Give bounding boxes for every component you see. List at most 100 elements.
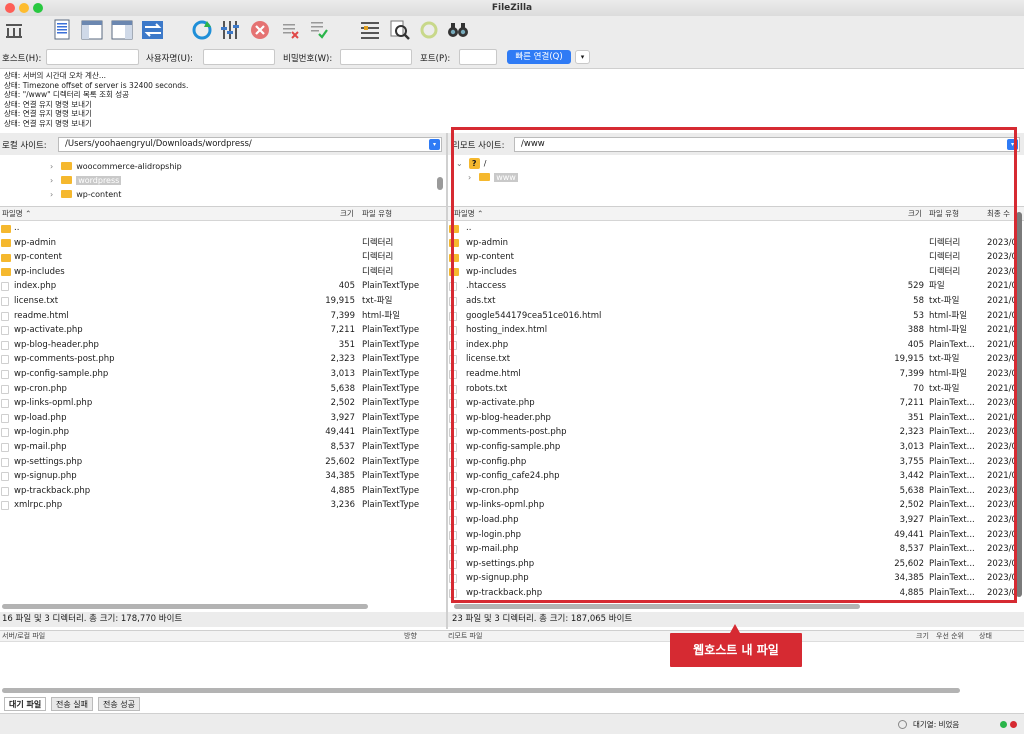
file-row[interactable]: wp-load.php 3,927 PlainTextType xyxy=(0,411,446,426)
host-input[interactable] xyxy=(46,49,139,65)
reconnect-icon[interactable] xyxy=(307,18,329,42)
minimize-window-button[interactable] xyxy=(19,3,29,13)
local-list-header: 파일명 ⌃ 크기 파일 유형 xyxy=(0,207,446,221)
toggle-log-icon[interactable] xyxy=(51,18,73,42)
site-manager-icon[interactable] xyxy=(3,18,25,42)
zoom-window-button[interactable] xyxy=(33,3,43,13)
column-size[interactable]: 크기 xyxy=(340,207,354,221)
folder-icon xyxy=(1,253,11,262)
chevron-right-icon[interactable]: › xyxy=(50,190,53,199)
file-row[interactable]: wp-activate.php 7,211 PlainTextType xyxy=(0,323,446,338)
file-row[interactable]: .. xyxy=(0,221,446,236)
process-queue-icon[interactable] xyxy=(219,18,241,42)
chevron-down-icon[interactable]: ▾ xyxy=(429,139,440,150)
file-type: html-파일 xyxy=(362,310,401,321)
file-row[interactable]: index.php 405 PlainTextType xyxy=(0,279,446,294)
quickconnect-button[interactable]: 빠른 연결(Q) xyxy=(507,50,571,64)
sort-asc-icon: ⌃ xyxy=(25,209,32,218)
folder-icon xyxy=(1,268,11,277)
bottom-status-bar: 대기열: 비었음 xyxy=(0,713,1024,734)
file-row[interactable]: wp-links-opml.php 2,502 PlainTextType xyxy=(0,396,446,411)
file-size: 34,385 xyxy=(325,471,355,482)
file-type: PlainTextType xyxy=(362,500,420,511)
queue-list xyxy=(0,642,1024,688)
file-type: PlainTextType xyxy=(362,427,420,438)
quickconnect-bar: 호스트(H): 사용자명(U): 비밀번호(W): 포트(P): 빠른 연결(Q… xyxy=(0,46,1024,68)
cancel-icon[interactable] xyxy=(249,18,271,42)
toggle-local-tree-icon[interactable] xyxy=(81,18,103,42)
port-input[interactable] xyxy=(459,49,497,65)
local-site-bar: 로컬 사이트: /Users/yoohaengryul/Downloads/wo… xyxy=(0,133,446,155)
chevron-right-icon[interactable]: › xyxy=(50,176,53,185)
close-window-button[interactable] xyxy=(5,3,15,13)
tab-failed[interactable]: 전송 실패 xyxy=(51,697,93,711)
callout-label: 웹호스트 내 파일 xyxy=(670,633,802,667)
toggle-remote-tree-icon[interactable] xyxy=(111,18,133,42)
file-row[interactable]: license.txt 19,915 txt-파일 xyxy=(0,294,446,309)
file-row[interactable]: wp-login.php 49,441 PlainTextType xyxy=(0,425,446,440)
tree-node[interactable]: › woocommerce-alidropship xyxy=(50,160,250,173)
tree-node-selected[interactable]: › wordpress xyxy=(50,174,250,187)
tab-queued[interactable]: 대기 파일 xyxy=(4,697,47,711)
file-icon xyxy=(1,297,9,306)
file-row[interactable]: wp-mail.php 8,537 PlainTextType xyxy=(0,440,446,455)
file-icon xyxy=(1,428,9,438)
tree-node[interactable]: › wp-content xyxy=(50,188,250,201)
password-input[interactable] xyxy=(340,49,412,65)
file-size: 19,915 xyxy=(325,296,355,306)
compare-icon[interactable] xyxy=(389,18,411,42)
local-path-input[interactable]: /Users/yoohaengryul/Downloads/wordpress/… xyxy=(58,137,442,152)
queue-hscrollbar[interactable] xyxy=(2,688,960,693)
file-row[interactable]: wp-includes 디렉터리 xyxy=(0,265,446,280)
remote-hscrollbar[interactable] xyxy=(454,604,860,609)
file-size: 8,537 xyxy=(330,442,355,452)
queue-col-status[interactable]: 상태 xyxy=(979,631,992,642)
file-row[interactable]: wp-config-sample.php 3,013 PlainTextType xyxy=(0,367,446,382)
queue-col-server[interactable]: 서버/로컬 파일 xyxy=(2,631,45,642)
file-type: 디렉터리 xyxy=(362,252,394,263)
local-hscrollbar[interactable] xyxy=(2,604,368,609)
file-icon xyxy=(1,486,9,496)
quickconnect-dropdown[interactable]: ▾ xyxy=(575,50,590,64)
pane-splitter[interactable] xyxy=(446,133,448,629)
file-icon xyxy=(1,311,9,321)
file-name: wp-config-sample.php xyxy=(14,369,109,379)
chevron-right-icon[interactable]: › xyxy=(50,162,53,171)
queue-col-direction[interactable]: 방향 xyxy=(404,631,417,642)
transfer-queue-icon[interactable] xyxy=(141,18,163,42)
file-row[interactable]: wp-admin 디렉터리 xyxy=(0,236,446,251)
file-row[interactable]: wp-cron.php 5,638 PlainTextType xyxy=(0,382,446,397)
disconnect-icon[interactable] xyxy=(279,18,301,42)
file-row[interactable]: wp-comments-post.php 2,323 PlainTextType xyxy=(0,352,446,367)
queue-col-size[interactable]: 크기 xyxy=(916,631,929,642)
callout-arrow xyxy=(730,624,740,633)
file-row[interactable]: wp-content 디렉터리 xyxy=(0,250,446,265)
file-row[interactable]: wp-trackback.php 4,885 PlainTextType xyxy=(0,484,446,499)
column-name[interactable]: 파일명 ⌃ xyxy=(2,207,31,221)
file-type: PlainTextType xyxy=(362,339,420,350)
tab-successful[interactable]: 전송 성공 xyxy=(98,697,140,711)
file-row[interactable]: readme.html 7,399 html-파일 xyxy=(0,309,446,324)
file-type: PlainTextType xyxy=(362,354,420,365)
sync-browse-icon[interactable] xyxy=(418,18,440,42)
host-label: 호스트(H): xyxy=(2,54,42,64)
column-type[interactable]: 파일 유형 xyxy=(362,207,392,221)
file-icon xyxy=(1,340,9,350)
file-type: PlainTextType xyxy=(362,383,420,394)
file-type: txt-파일 xyxy=(362,296,393,306)
file-type: PlainTextType xyxy=(362,456,420,467)
file-row[interactable]: wp-settings.php 25,602 PlainTextType xyxy=(0,455,446,470)
file-row[interactable]: wp-signup.php 34,385 PlainTextType xyxy=(0,469,446,484)
file-icon xyxy=(1,326,9,336)
refresh-icon[interactable] xyxy=(191,18,213,42)
queue-col-remote[interactable]: 리모트 파일 xyxy=(448,631,482,642)
username-input[interactable] xyxy=(203,49,275,65)
local-tree-scrollbar[interactable] xyxy=(437,177,443,190)
file-row[interactable]: xmlrpc.php 3,236 PlainTextType xyxy=(0,498,446,513)
local-site-label: 로컬 사이트: xyxy=(2,141,47,151)
file-name: readme.html xyxy=(14,310,69,321)
queue-col-priority[interactable]: 우선 순위 xyxy=(936,631,964,642)
search-icon[interactable] xyxy=(446,18,468,42)
file-row[interactable]: wp-blog-header.php 351 PlainTextType xyxy=(0,338,446,353)
directory-filter-icon[interactable] xyxy=(359,18,381,42)
